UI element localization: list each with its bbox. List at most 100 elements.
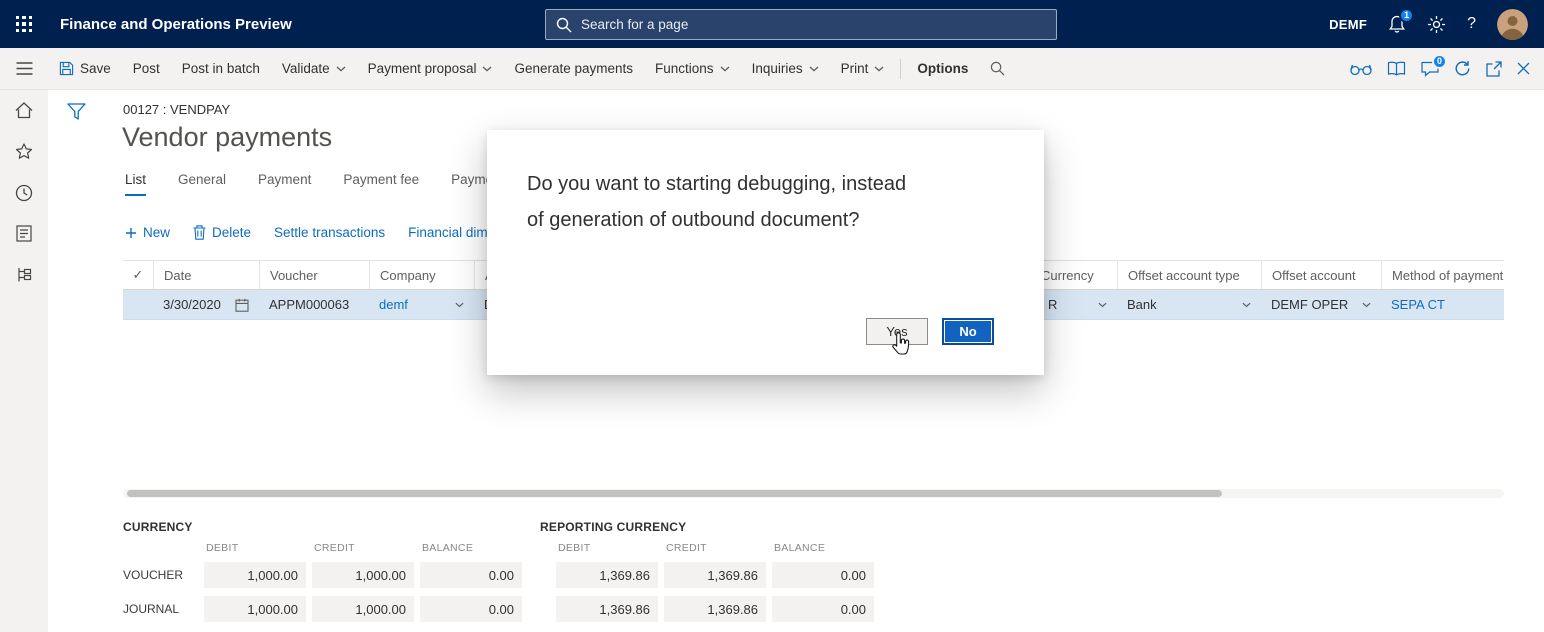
no-button[interactable]: No bbox=[942, 318, 994, 345]
column-header-voucher[interactable]: Voucher bbox=[259, 261, 369, 289]
message-count-badge: 0 bbox=[1432, 54, 1447, 69]
nav-favorites-button[interactable] bbox=[0, 131, 48, 172]
debug-confirmation-dialog: Do you want to starting debugging, inste… bbox=[487, 130, 1044, 375]
view-related-button[interactable] bbox=[1350, 63, 1372, 75]
user-avatar[interactable] bbox=[1497, 9, 1528, 40]
grid-action-bar: New Delete Settle transactions Financial… bbox=[125, 225, 495, 240]
reporting-balance-header: BALANCE bbox=[772, 542, 874, 554]
app-launcher-button[interactable] bbox=[0, 0, 48, 48]
refresh-button[interactable] bbox=[1454, 60, 1471, 77]
tab-list[interactable]: List bbox=[125, 172, 146, 196]
command-bar-divider bbox=[900, 59, 901, 79]
tab-payment-fee[interactable]: Payment fee bbox=[343, 172, 419, 196]
voucher-totals-label: VOUCHER bbox=[123, 568, 198, 582]
filter-pane-button[interactable] bbox=[63, 99, 89, 123]
settle-transactions-link[interactable]: Settle transactions bbox=[274, 225, 385, 240]
open-in-new-window-icon bbox=[1486, 61, 1502, 77]
chevron-down-icon[interactable] bbox=[455, 302, 464, 308]
financial-dimensions-link[interactable]: Financial dime bbox=[408, 225, 495, 240]
debit-header: DEBIT bbox=[204, 542, 306, 554]
date-cell[interactable]: 3/30/2020 bbox=[153, 290, 259, 319]
tab-payment[interactable]: Payment bbox=[258, 172, 311, 196]
page-title: Vendor payments bbox=[122, 122, 332, 153]
help-button[interactable]: ? bbox=[1467, 15, 1476, 33]
reporting-debit-header: DEBIT bbox=[556, 542, 658, 554]
voucher-reporting-credit-value: 1,369.86 bbox=[664, 562, 766, 588]
document-icon bbox=[16, 225, 32, 242]
column-header-offset-account-type[interactable]: Offset account type bbox=[1117, 261, 1261, 289]
command-bar-right-actions: 0 bbox=[1350, 60, 1544, 77]
voucher-reporting-balance-value: 0.00 bbox=[772, 562, 874, 588]
nav-workspaces-button[interactable] bbox=[0, 254, 48, 295]
column-header-method-of-payment[interactable]: Method of payment bbox=[1381, 261, 1504, 289]
method-of-payment-cell[interactable]: SEPA CT bbox=[1381, 290, 1504, 319]
notifications-button[interactable]: 1 bbox=[1388, 15, 1406, 34]
column-header-date[interactable]: Date bbox=[153, 261, 259, 289]
open-in-office-button[interactable] bbox=[1387, 61, 1406, 76]
voucher-balance-value: 0.00 bbox=[420, 562, 522, 588]
options-button[interactable]: Options bbox=[906, 48, 979, 89]
new-button[interactable]: New bbox=[125, 225, 170, 240]
top-navigation-bar: Finance and Operations Preview DEMF 1 bbox=[0, 0, 1544, 48]
book-icon bbox=[1387, 61, 1406, 76]
gear-icon bbox=[1427, 15, 1446, 34]
search-icon bbox=[556, 17, 572, 33]
horizontal-scrollbar[interactable] bbox=[123, 489, 1504, 498]
save-button[interactable]: Save bbox=[48, 48, 122, 89]
nav-forms-button[interactable] bbox=[0, 213, 48, 254]
nav-home-button[interactable] bbox=[0, 90, 48, 131]
star-icon bbox=[15, 143, 33, 160]
tab-general[interactable]: General bbox=[178, 172, 226, 196]
chevron-down-icon[interactable] bbox=[1242, 302, 1251, 308]
settings-button[interactable] bbox=[1427, 15, 1446, 34]
command-search-button[interactable] bbox=[979, 48, 1016, 89]
company-cell[interactable]: demf bbox=[369, 290, 474, 319]
post-in-batch-button[interactable]: Post in batch bbox=[171, 48, 271, 89]
search-icon bbox=[990, 61, 1005, 76]
delete-button[interactable]: Delete bbox=[193, 225, 251, 240]
column-header-company[interactable]: Company bbox=[369, 261, 474, 289]
messages-button[interactable]: 0 bbox=[1421, 61, 1439, 77]
app-title: Finance and Operations Preview bbox=[60, 16, 292, 33]
home-icon bbox=[15, 102, 33, 119]
page-search-input[interactable] bbox=[581, 17, 1046, 32]
chevron-down-icon bbox=[809, 66, 819, 72]
generate-payments-button[interactable]: Generate payments bbox=[503, 48, 644, 89]
filter-icon bbox=[67, 103, 86, 120]
close-page-button[interactable] bbox=[1517, 62, 1530, 75]
row-select-checkbox[interactable] bbox=[123, 290, 153, 319]
company-picker[interactable]: DEMF bbox=[1329, 17, 1367, 32]
inquiries-menu-button[interactable]: Inquiries bbox=[741, 48, 830, 89]
horizontal-scrollbar-thumb[interactable] bbox=[127, 490, 1222, 497]
select-all-checkbox[interactable]: ✓ bbox=[123, 261, 153, 289]
journal-totals: CURRENCY REPORTING CURRENCY DEBIT CREDIT… bbox=[123, 520, 874, 622]
offset-account-type-cell[interactable]: Bank bbox=[1117, 290, 1261, 319]
functions-menu-button[interactable]: Functions bbox=[644, 48, 741, 89]
payment-proposal-menu-button[interactable]: Payment proposal bbox=[357, 48, 504, 89]
validate-menu-button[interactable]: Validate bbox=[271, 48, 357, 89]
dialog-buttons: Yes No bbox=[866, 318, 994, 345]
print-menu-button[interactable]: Print bbox=[830, 48, 896, 89]
calendar-icon[interactable] bbox=[235, 298, 249, 312]
chevron-down-icon[interactable] bbox=[1362, 302, 1371, 308]
journal-credit-value: 1,000.00 bbox=[312, 596, 414, 622]
column-header-offset-account[interactable]: Offset account bbox=[1261, 261, 1381, 289]
close-icon bbox=[1517, 62, 1530, 75]
offset-account-cell[interactable]: DEMF OPER bbox=[1261, 290, 1381, 319]
balance-header: BALANCE bbox=[420, 542, 522, 554]
chevron-down-icon[interactable] bbox=[1098, 302, 1107, 308]
open-in-new-window-button[interactable] bbox=[1486, 61, 1502, 77]
nav-menu-button[interactable] bbox=[0, 48, 48, 90]
hierarchy-icon bbox=[16, 267, 33, 283]
reporting-currency-group-label: REPORTING CURRENCY bbox=[540, 520, 874, 534]
post-button[interactable]: Post bbox=[122, 48, 171, 89]
chevron-down-icon bbox=[874, 66, 884, 72]
dynamics-365-window: Finance and Operations Preview DEMF 1 bbox=[0, 0, 1544, 632]
nav-recent-button[interactable] bbox=[0, 172, 48, 213]
notification-count-badge: 1 bbox=[1399, 8, 1414, 23]
left-nav-rail bbox=[0, 90, 48, 632]
page-search-box[interactable] bbox=[545, 9, 1057, 40]
journal-balance-value: 0.00 bbox=[420, 596, 522, 622]
command-bar: Save Post Post in batch Validate Payment… bbox=[0, 48, 1544, 90]
yes-button[interactable]: Yes bbox=[866, 318, 928, 345]
